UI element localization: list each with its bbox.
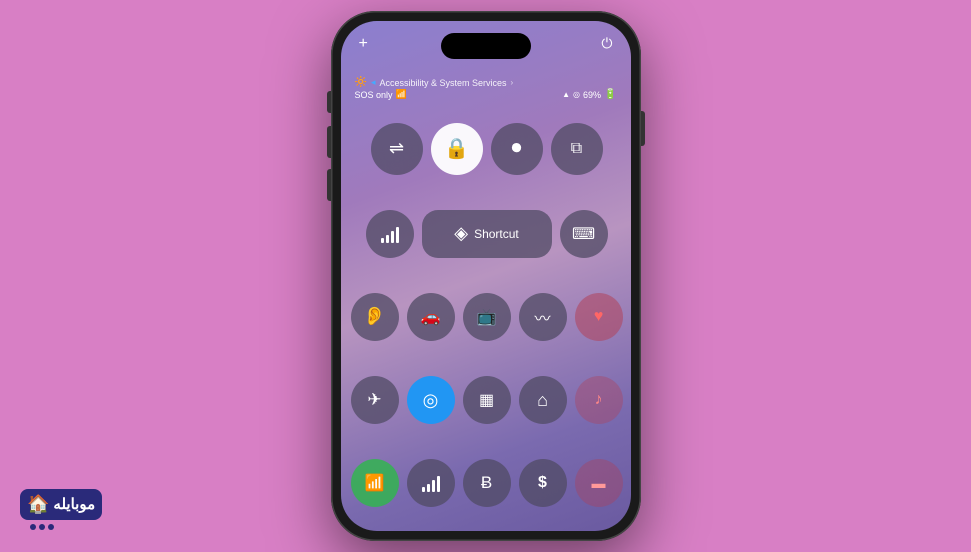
sos-text: SOS only — [355, 90, 393, 100]
control-center-grid: ⇌ 🔒 ⏺ ⧉ — [351, 109, 621, 521]
power-icon[interactable]: ⏻ — [601, 35, 612, 53]
card-icon: ▬ — [592, 475, 606, 491]
logo-dot-1 — [30, 524, 36, 530]
wallet-icon: $ — [538, 474, 547, 492]
soundwave-button[interactable]: 〰 — [519, 293, 567, 341]
orientation-lock-button[interactable]: ⇌ — [371, 123, 423, 175]
signal-bars-icon — [381, 225, 399, 243]
hearing-icon: 👂 — [363, 306, 385, 327]
airdrop-button[interactable]: ◎ — [407, 376, 455, 424]
signal-bars-button[interactable] — [407, 459, 455, 507]
airplane-mode-button[interactable]: ✈ — [351, 376, 399, 424]
volume-down-button — [327, 169, 331, 201]
shortcut-icon: ◈ — [454, 223, 468, 244]
phone-screen: + ⏻ 🔆 ◂ Accessibility & System Services … — [341, 21, 631, 531]
logo-icon: 🏠 — [27, 494, 49, 515]
driver-focus-icon: 🚗 — [421, 307, 441, 327]
driver-focus-button[interactable]: 🚗 — [407, 293, 455, 341]
add-button[interactable]: + — [359, 35, 368, 53]
wifi-cc-icon: 📶 — [365, 473, 385, 493]
signal-bars2-icon — [422, 474, 440, 492]
battery-percent: 69% — [583, 90, 601, 100]
location-arrow-icon: ▲ — [562, 90, 570, 99]
wifi-button[interactable]: 📶 — [351, 459, 399, 507]
row-1: ⇌ 🔒 ⏺ ⧉ — [351, 109, 623, 188]
mute-button — [327, 91, 331, 113]
remote-button[interactable]: 📺 — [463, 293, 511, 341]
signal-strength-button[interactable] — [366, 210, 414, 258]
home-icon: ⌂ — [537, 390, 548, 411]
phone-body: + ⏻ 🔆 ◂ Accessibility & System Services … — [331, 11, 641, 541]
header-arrow-icon: › — [511, 78, 514, 87]
brightness-icon: 🔆 — [355, 77, 367, 88]
bluetooth-button[interactable]: Ƀ — [463, 459, 511, 507]
airdrop-icon: ◎ — [423, 390, 439, 411]
signal-row: SOS only 📶 ▲ ◎ 69% 🔋 — [341, 89, 631, 100]
row-5: 📶 Ƀ $ — [351, 446, 623, 521]
heart-rate-button[interactable]: ♥ — [575, 293, 623, 341]
row-3: 👂 🚗 📺 〰 ♥ — [351, 279, 623, 354]
keyboard-icon: ⌨ — [572, 224, 595, 244]
location-icon: ◂ — [371, 77, 376, 88]
location2-icon: ◎ — [573, 90, 580, 99]
card-button[interactable]: ▬ — [575, 459, 623, 507]
screen-record-button[interactable]: ⏺ — [491, 123, 543, 175]
phone-mockup: + ⏻ 🔆 ◂ Accessibility & System Services … — [331, 11, 641, 541]
soundwave-icon: 〰 — [534, 305, 550, 329]
music-icon: ♪ — [595, 391, 603, 409]
screen-lock-button[interactable]: 🔒 — [431, 123, 483, 175]
screen-lock-icon: 🔒 — [444, 136, 469, 161]
row-2: ◈ Shortcut ⌨ — [351, 196, 623, 271]
airplane-icon: ✈ — [367, 390, 381, 410]
power-button — [641, 111, 645, 146]
shortcut-button[interactable]: ◈ Shortcut — [422, 210, 552, 258]
row-4: ✈ ◎ ▦ ⌂ ♪ — [351, 363, 623, 438]
logo-dot-2 — [39, 524, 45, 530]
music-button[interactable]: ♪ — [575, 376, 623, 424]
hearing-button[interactable]: 👂 — [351, 293, 399, 341]
keyboard-button[interactable]: ⌨ — [560, 210, 608, 258]
calculator-icon: ▦ — [479, 390, 494, 410]
shortcut-label: Shortcut — [474, 227, 519, 241]
logo-text: موبایله — [53, 495, 95, 514]
heart-icon: ♥ — [594, 308, 604, 326]
logo-box: 🏠 موبایله — [20, 489, 102, 520]
screen-mirror-button[interactable]: ⧉ — [551, 123, 603, 175]
orientation-lock-icon: ⇌ — [389, 138, 404, 159]
volume-up-button — [327, 126, 331, 158]
accessibility-text: Accessibility & System Services — [379, 78, 506, 88]
dynamic-island — [441, 33, 531, 59]
wifi-icon: 📶 — [396, 89, 407, 100]
battery-icon: 🔋 — [604, 89, 616, 100]
logo-dot-3 — [48, 524, 54, 530]
logo-watermark: 🏠 موبایله — [20, 489, 102, 530]
screen-record-icon: ⏺ — [512, 137, 522, 160]
screen-mirror-icon: ⧉ — [571, 140, 582, 158]
remote-icon: 📺 — [477, 307, 497, 327]
bluetooth-icon: Ƀ — [481, 473, 492, 493]
calculator-button[interactable]: ▦ — [463, 376, 511, 424]
wallet-button[interactable]: $ — [519, 459, 567, 507]
home-button[interactable]: ⌂ — [519, 376, 567, 424]
